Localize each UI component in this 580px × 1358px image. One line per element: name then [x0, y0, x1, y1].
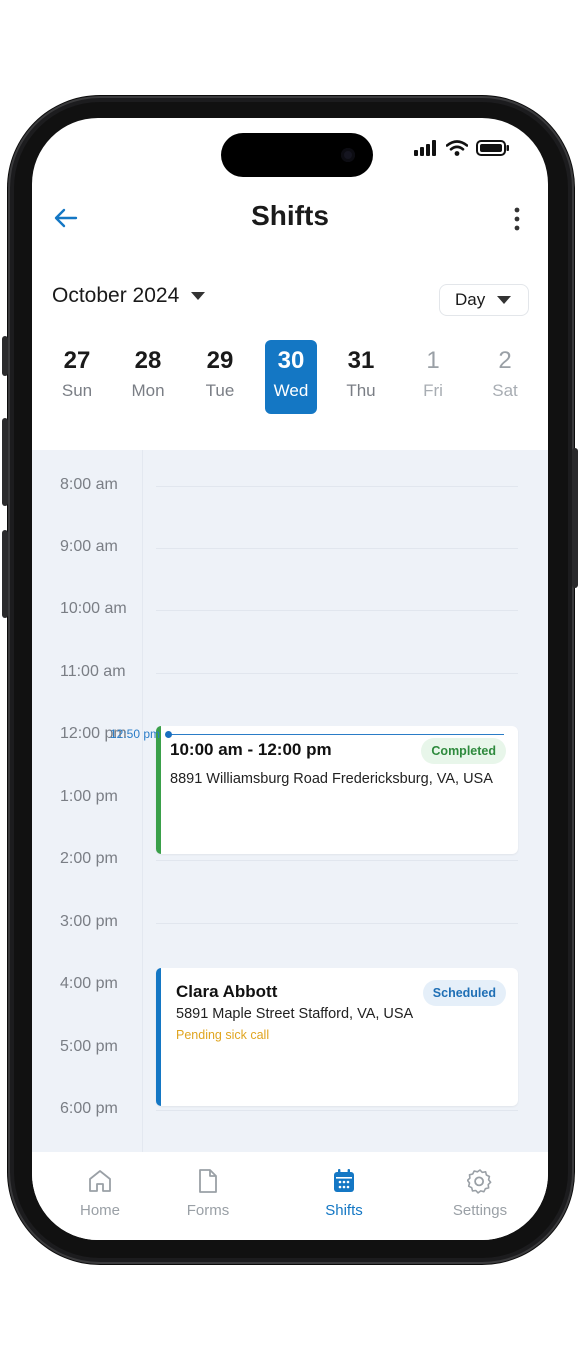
gear-icon: [467, 1169, 492, 1194]
hour-row: 10:00 am: [32, 600, 548, 620]
status-bar: [414, 140, 510, 156]
caret-down-icon: [191, 292, 206, 300]
tab-home[interactable]: Home: [55, 1168, 145, 1219]
calendar-icon: [334, 1169, 354, 1192]
day-number: 29: [206, 347, 234, 374]
hour-row: 8:00 am: [32, 476, 548, 496]
day-sat[interactable]: 2 Sat: [479, 340, 531, 414]
hour-row: 9:00 am: [32, 538, 548, 558]
app-screen: Shifts October 2024 Day 27 Sun 28 Mon 29…: [32, 118, 548, 1240]
status-badge: Completed: [421, 738, 506, 764]
battery-icon: [476, 140, 509, 156]
tab-shifts[interactable]: Shifts: [299, 1168, 389, 1219]
tab-label: Settings: [452, 1202, 508, 1219]
hour-label: 2:00 pm: [60, 850, 118, 867]
day-name: Mon: [131, 381, 165, 400]
tab-label: Home: [79, 1202, 120, 1219]
hour-label: 11:00 am: [60, 663, 126, 680]
hour-gridline: [156, 548, 518, 549]
wifi-icon: [446, 140, 468, 156]
hour-label: 6:00 pm: [60, 1100, 118, 1117]
day-number: 27: [63, 347, 91, 374]
week-strip: 27 Sun 28 Mon 29 Tue 30 Wed 31 Thu 1 Fri…: [42, 340, 538, 416]
view-mode-select[interactable]: Day: [439, 284, 529, 316]
hour-gridline: [156, 1110, 518, 1111]
hour-gridline: [156, 923, 518, 924]
day-number: 28: [134, 347, 162, 374]
shift-time: 10:00 am - 12:00 pm: [170, 740, 332, 759]
day-thu[interactable]: 31 Thu: [335, 340, 387, 414]
status-bar-blue: [156, 968, 161, 1106]
day-schedule[interactable]: 8:00 am 9:00 am 10:00 am 11:00 am 12:00 …: [32, 450, 548, 1152]
day-name: Tue: [205, 381, 235, 400]
day-name: Thu: [346, 381, 376, 400]
status-badge: Scheduled: [422, 980, 506, 1006]
tab-label: Forms: [186, 1202, 230, 1219]
hour-label: 10:00 am: [60, 600, 127, 617]
hour-label: 5:00 pm: [60, 1038, 118, 1055]
day-number: 30: [277, 347, 305, 374]
action-button: [2, 336, 8, 376]
day-name: Sun: [61, 381, 93, 400]
day-sun[interactable]: 27 Sun: [51, 340, 103, 414]
document-icon: [199, 1169, 217, 1193]
current-time-label: 12:50 pm: [110, 727, 161, 741]
hour-gridline: [156, 860, 518, 861]
app-header: Shifts: [32, 188, 548, 248]
tab-forms[interactable]: Forms: [163, 1168, 253, 1219]
day-tue[interactable]: 29 Tue: [194, 340, 246, 414]
pending-note: Pending sick call: [176, 1028, 270, 1042]
shift-address: 8891 Williamsburg Road Fredericksburg, V…: [170, 771, 493, 787]
hour-gridline: [156, 610, 518, 611]
shift-card-scheduled[interactable]: Clara Abbott 5891 Maple Street Stafford,…: [156, 968, 518, 1106]
hour-label: 8:00 am: [60, 476, 118, 493]
hour-gridline: [156, 486, 518, 487]
day-number: 31: [347, 347, 375, 374]
more-options-icon[interactable]: [512, 206, 522, 232]
day-wed-selected[interactable]: 30 Wed: [265, 340, 317, 414]
day-fri[interactable]: 1 Fri: [407, 340, 459, 414]
dynamic-island: [221, 133, 373, 177]
day-name: Sat: [492, 381, 518, 400]
power-button: [572, 448, 578, 588]
shift-address: 5891 Maple Street Stafford, VA, USA: [176, 1006, 414, 1022]
hour-label: 3:00 pm: [60, 913, 118, 930]
client-name: Clara Abbott: [176, 982, 278, 1001]
hour-label: 9:00 am: [60, 538, 118, 555]
home-icon: [89, 1170, 111, 1192]
day-mon[interactable]: 28 Mon: [122, 340, 174, 414]
month-picker[interactable]: October 2024: [52, 284, 206, 308]
hour-gridline: [156, 673, 518, 674]
day-name: Fri: [423, 381, 443, 400]
day-number: 2: [498, 347, 512, 374]
status-bar-green: [156, 726, 161, 854]
hour-label: 1:00 pm: [60, 788, 118, 805]
caret-down-icon: [497, 296, 512, 304]
current-time-dot: [165, 731, 172, 738]
cellular-signal-icon: [414, 140, 436, 156]
tab-label: Shifts: [325, 1202, 363, 1219]
shift-card-completed[interactable]: 10:00 am - 12:00 pm 8891 Williamsburg Ro…: [156, 726, 518, 854]
page-title: Shifts: [251, 200, 329, 231]
hour-row: 11:00 am: [32, 663, 548, 683]
day-name: Wed: [273, 381, 309, 400]
month-label: October 2024: [52, 284, 180, 307]
bottom-tab-bar: Home Forms Shifts Settings: [32, 1152, 548, 1240]
current-time-line: [168, 734, 504, 735]
volume-up-button: [2, 418, 8, 506]
volume-down-button: [2, 530, 8, 618]
hour-label: 4:00 pm: [60, 975, 118, 992]
view-mode-label: Day: [455, 290, 486, 309]
day-number: 1: [426, 347, 440, 374]
hour-row: 3:00 pm: [32, 913, 548, 933]
tab-settings[interactable]: Settings: [435, 1168, 525, 1219]
